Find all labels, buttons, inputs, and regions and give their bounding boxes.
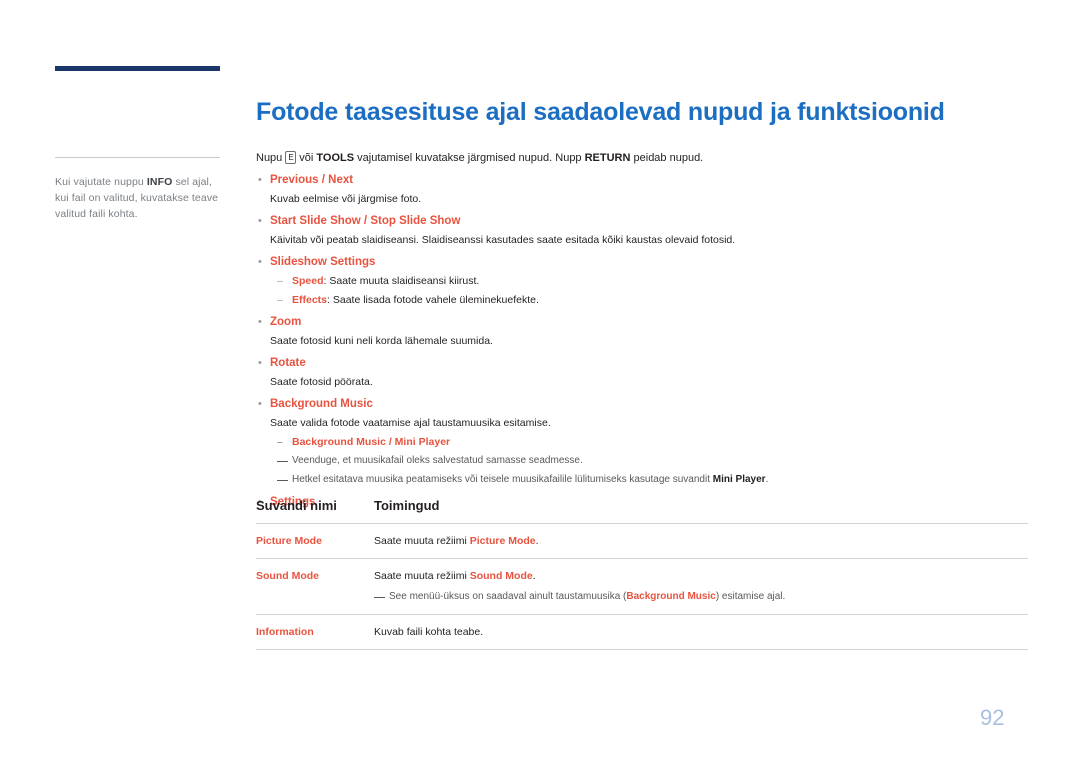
left-divider bbox=[55, 157, 220, 158]
note-text: Veenduge, et muusikafail oleks salvestat… bbox=[292, 455, 583, 466]
item-description: Kuvab eelmise või järgmise foto. bbox=[270, 193, 422, 205]
intro-paragraph: Nupu E või TOOLS vajutamisel kuvatakse j… bbox=[256, 150, 1036, 166]
action-text-bold: Picture Mode bbox=[469, 535, 536, 547]
left-note-key: INFO bbox=[146, 176, 173, 188]
sub-label: Background Music / Mini Player bbox=[292, 436, 451, 448]
table-cell-option-name: Information bbox=[256, 626, 314, 638]
sub-text: : Saate muuta slaidiseansi kiirust. bbox=[323, 275, 480, 287]
page-number: 92 bbox=[980, 705, 1005, 730]
table-cell-action: Saate muuta režiimi Sound Mode. See menü… bbox=[374, 569, 1028, 605]
table-row: Information Kuvab faili kohta teabe. bbox=[256, 615, 1028, 650]
note-text: Hetkel esitatava muusika peatamiseks või… bbox=[292, 474, 713, 485]
action-text-before: Saate muuta režiimi bbox=[374, 535, 470, 547]
item-description: Saate fotosid pöörata. bbox=[270, 376, 373, 388]
left-note-prefix: Kui vajutate nuppu bbox=[55, 176, 147, 188]
item-label: Rotate bbox=[270, 357, 306, 369]
intro-return-key: RETURN bbox=[584, 152, 631, 164]
left-side-note: Kui vajutate nuppu INFO sel ajal, kui fa… bbox=[55, 174, 227, 222]
feature-list: Previous / Next Kuvab eelmise või järgmi… bbox=[256, 172, 1046, 510]
list-item-previous-next: Previous / Next bbox=[256, 172, 1046, 188]
sub-label: Effects bbox=[292, 294, 328, 306]
note-after: . bbox=[765, 474, 769, 485]
table-cell-action: Kuvab faili kohta teabe. bbox=[374, 625, 1028, 640]
action-text-after: . bbox=[535, 535, 539, 547]
table-cell-note: See menüü-üksus on saadaval ainult taust… bbox=[374, 589, 1028, 605]
item-label: Start Slide Show / Stop Slide Show bbox=[270, 215, 461, 227]
table-cell-option-name: Sound Mode bbox=[256, 570, 319, 582]
action-text-after: . bbox=[532, 570, 536, 582]
item-sub-speed: Speed: Saate muuta slaidiseansi kiirust. bbox=[256, 273, 1046, 289]
table-cell-action: Saate muuta režiimi Picture Mode. bbox=[374, 534, 1028, 549]
item-label: Zoom bbox=[270, 316, 302, 328]
page-title: Fotode taasesituse ajal saadaolevad nupu… bbox=[256, 98, 945, 126]
intro-part4: peidab nupud. bbox=[630, 152, 704, 164]
item-note-1: Veenduge, et muusikafail oleks salvestat… bbox=[256, 453, 1046, 469]
table-header-actions: Toimingud bbox=[374, 498, 440, 513]
left-accent-rule bbox=[55, 66, 220, 71]
enter-key-icon: E bbox=[285, 151, 297, 164]
item-label: Slideshow Settings bbox=[270, 256, 376, 268]
intro-part3: vajutamisel kuvatakse järgmised nupud. N… bbox=[354, 152, 585, 164]
table-header-row: Suvandi nimi Toimingud bbox=[256, 498, 1028, 524]
item-note-2: Hetkel esitatava muusika peatamiseks või… bbox=[256, 472, 1046, 488]
list-item-slideshow-settings: Slideshow Settings bbox=[256, 254, 1046, 270]
table-row: Sound Mode Saate muuta režiimi Sound Mod… bbox=[256, 559, 1028, 615]
action-text-before: Saate muuta režiimi bbox=[374, 570, 470, 582]
action-text-before: Kuvab faili kohta teabe. bbox=[374, 626, 484, 638]
item-description: Saate valida fotode vaatamise ajal taust… bbox=[270, 417, 551, 429]
note-text-after: ) esitamise ajal. bbox=[715, 591, 786, 602]
item-description: Saate fotosid kuni neli korda lähemale s… bbox=[270, 335, 493, 347]
list-item-background-music: Background Music bbox=[256, 396, 1046, 412]
intro-tools-key: TOOLS bbox=[316, 152, 355, 164]
note-bold: Mini Player bbox=[712, 474, 766, 485]
list-item-zoom: Zoom bbox=[256, 314, 1046, 330]
item-label: Previous / Next bbox=[270, 174, 354, 186]
item-label: Background Music bbox=[270, 398, 373, 410]
item-description: Käivitab või peatab slaidiseansi. Slaidi… bbox=[270, 234, 736, 246]
list-item-slide-show: Start Slide Show / Stop Slide Show bbox=[256, 213, 1046, 229]
options-table: Suvandi nimi Toimingud Picture Mode Saat… bbox=[256, 498, 1028, 650]
document-page: Kui vajutate nuppu INFO sel ajal, kui fa… bbox=[0, 0, 1080, 763]
table-header-option-name: Suvandi nimi bbox=[256, 498, 337, 513]
sub-label: Speed bbox=[292, 275, 324, 287]
note-text-bold: Background Music bbox=[626, 591, 716, 602]
table-cell-option-name: Picture Mode bbox=[256, 535, 322, 547]
action-text-bold: Sound Mode bbox=[469, 570, 533, 582]
intro-part1: Nupu bbox=[256, 152, 286, 164]
note-text-before: See menüü-üksus on saadaval ainult taust… bbox=[389, 591, 627, 602]
item-sub-effects: Effects: Saate lisada fotode vahele ülem… bbox=[256, 292, 1046, 308]
sub-text: : Saate lisada fotode vahele üleminekuef… bbox=[327, 294, 539, 306]
item-sub-background-music-mini-player: Background Music / Mini Player bbox=[256, 434, 1046, 450]
table-row: Picture Mode Saate muuta režiimi Picture… bbox=[256, 524, 1028, 559]
list-item-rotate: Rotate bbox=[256, 355, 1046, 371]
intro-part2: või bbox=[296, 152, 317, 164]
